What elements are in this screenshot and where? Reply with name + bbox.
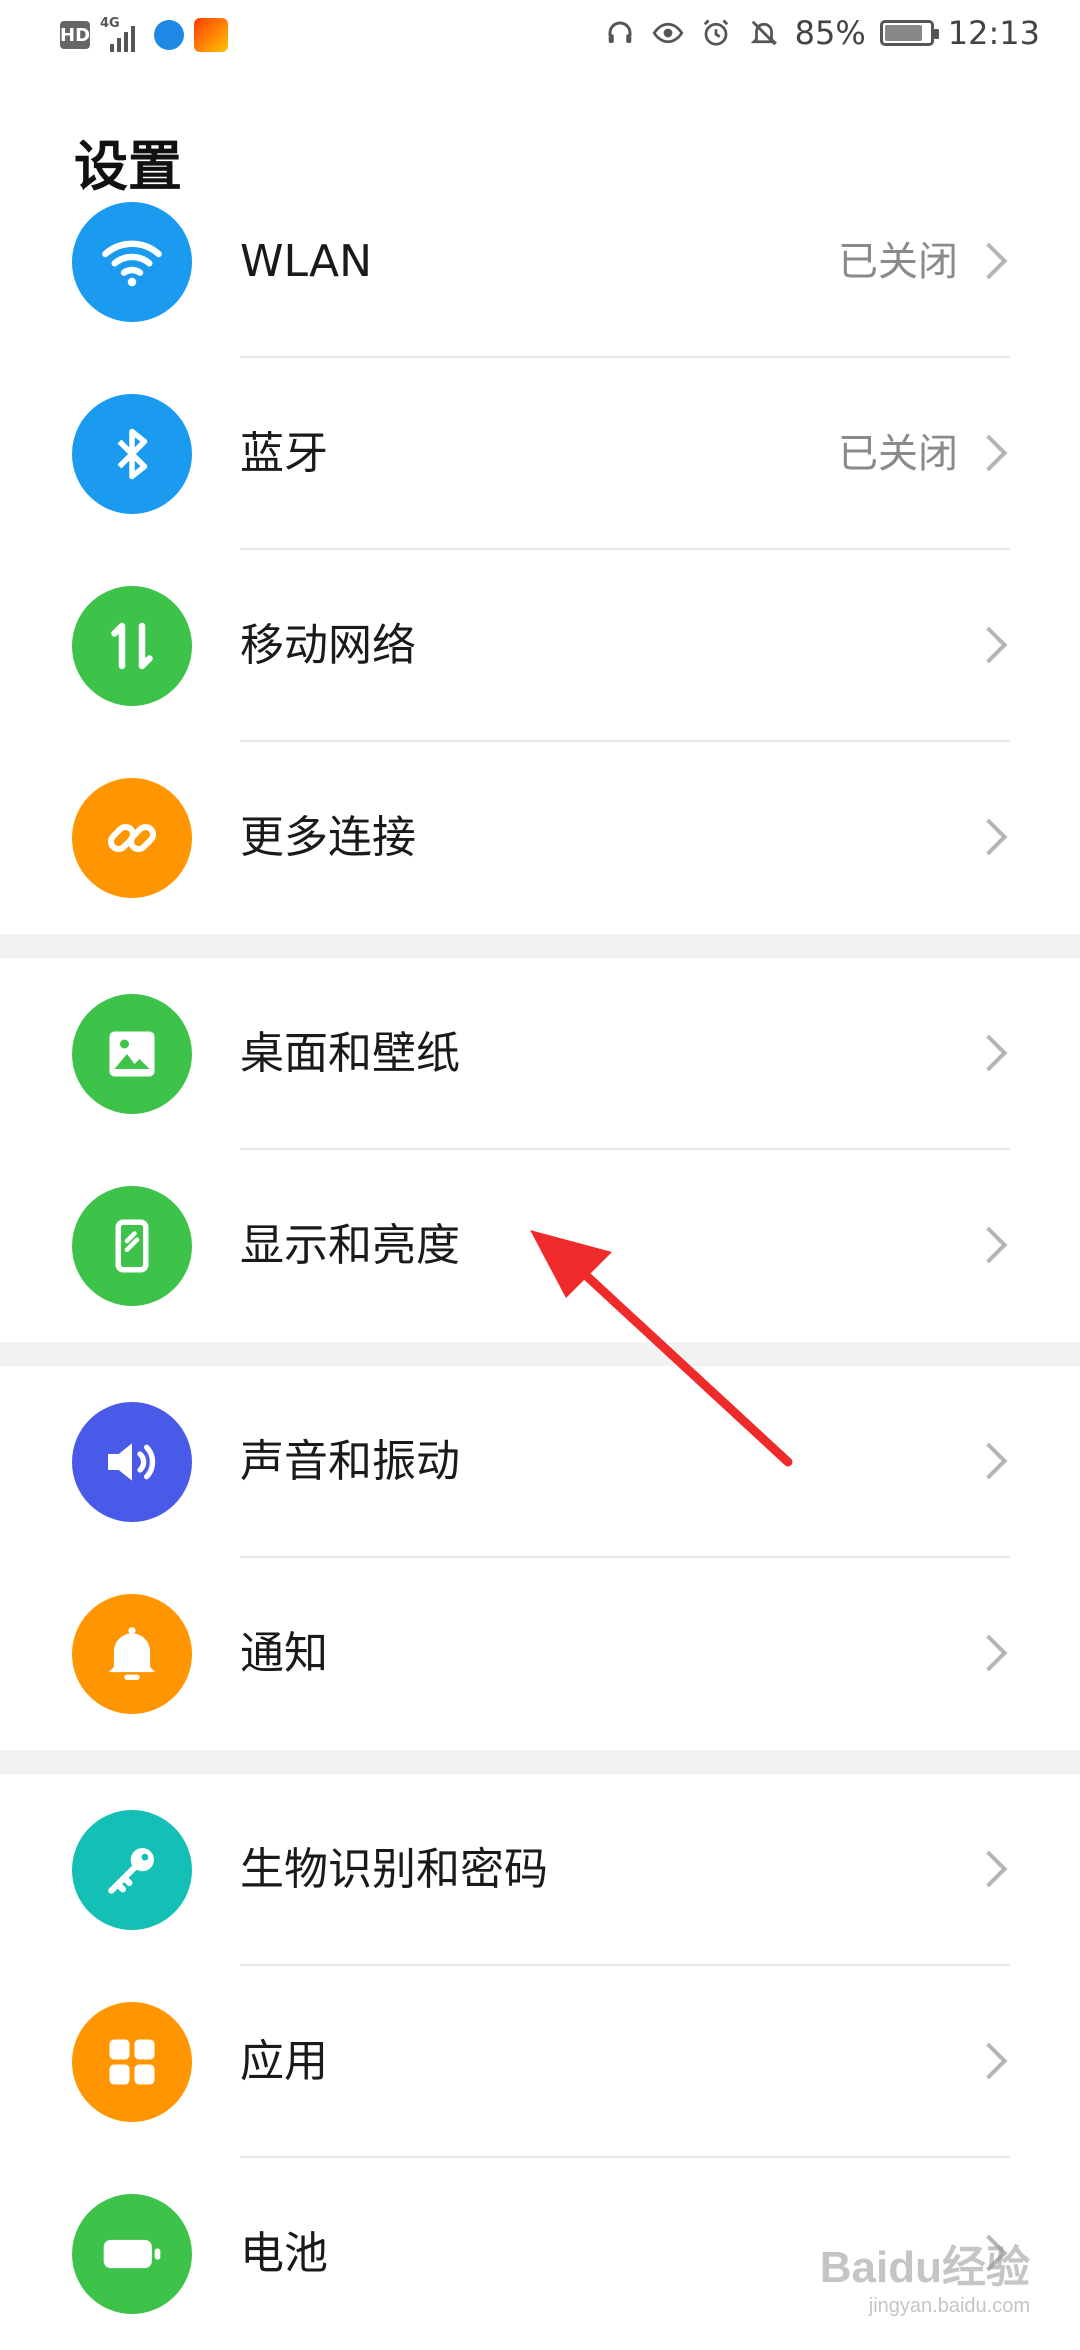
settings-item-sound[interactable]: 声音和振动 [0, 1366, 1080, 1558]
chevron-right-icon [970, 626, 1008, 664]
link-icon [72, 778, 192, 898]
settings-item-label: 更多连接 [240, 812, 416, 863]
settings-item-biometrics[interactable]: 生物识别和密码 [0, 1774, 1080, 1966]
watermark-brand: Baidu经验 [819, 2243, 1030, 2292]
speaker-icon [72, 1402, 192, 1522]
settings-item-wlan[interactable]: WLAN 已关闭 [0, 166, 1080, 358]
bluetooth-icon [72, 394, 192, 514]
headphones-icon [603, 16, 637, 50]
settings-item-label: 应用 [240, 2036, 328, 2087]
image-icon [72, 994, 192, 1114]
apps-grid-icon [72, 2002, 192, 2122]
battery-icon [879, 20, 939, 46]
chevron-right-icon [970, 1850, 1008, 1888]
app-notification-icon [154, 20, 184, 50]
app-notification-icon-2 [194, 18, 228, 52]
battery-icon [72, 2194, 192, 2314]
hd-badge: HD [60, 21, 90, 49]
phone-display-icon [72, 1186, 192, 1306]
chevron-right-icon [970, 1226, 1008, 1264]
section-separator [0, 934, 1080, 958]
settings-item-notifications[interactable]: 通知 [0, 1558, 1080, 1750]
section-separator [0, 1342, 1080, 1366]
chevron-right-icon [970, 434, 1008, 472]
mute-bell-icon [747, 16, 781, 50]
chevron-right-icon [970, 242, 1008, 280]
settings-item-label: 蓝牙 [240, 428, 328, 479]
watermark-domain: jingyan.baidu.com [868, 2295, 1030, 2317]
settings-item-wallpaper[interactable]: 桌面和壁纸 [0, 958, 1080, 1150]
mobile-data-icon [72, 586, 192, 706]
settings-item-status: 已关闭 [838, 431, 958, 477]
settings-item-status: 已关闭 [838, 239, 958, 285]
chevron-right-icon [970, 1442, 1008, 1480]
chevron-right-icon [970, 1034, 1008, 1072]
settings-item-label: 移动网络 [240, 620, 416, 671]
settings-item-label: 电池 [240, 2228, 328, 2279]
wifi-icon [72, 202, 192, 322]
chevron-right-icon [970, 2042, 1008, 2080]
bell-icon [72, 1594, 192, 1714]
settings-item-label: 通知 [240, 1628, 328, 1679]
settings-item-label: 显示和亮度 [240, 1220, 460, 1271]
eye-icon [651, 16, 685, 50]
watermark: Baidu经验 jingyan.baidu.com [820, 2231, 1030, 2318]
settings-item-label: 声音和振动 [240, 1436, 460, 1487]
settings-item-apps[interactable]: 应用 [0, 1966, 1080, 2158]
status-bar: HD 4G 85% 12:13 [0, 0, 1080, 76]
alarm-icon [699, 16, 733, 50]
settings-item-label: 桌面和壁纸 [240, 1028, 460, 1079]
battery-percent: 85% [794, 14, 866, 52]
settings-item-label: 生物识别和密码 [240, 1844, 548, 1895]
settings-item-more-connections[interactable]: 更多连接 [0, 742, 1080, 934]
settings-item-label: WLAN [240, 236, 373, 287]
settings-item-display[interactable]: 显示和亮度 [0, 1150, 1080, 1342]
settings-item-bluetooth[interactable]: 蓝牙 已关闭 [0, 358, 1080, 550]
chevron-right-icon [970, 1634, 1008, 1672]
clock: 12:13 [947, 14, 1040, 52]
key-icon [72, 1810, 192, 1930]
chevron-right-icon [970, 818, 1008, 856]
settings-item-mobile-network[interactable]: 移动网络 [0, 550, 1080, 742]
section-separator [0, 1750, 1080, 1774]
cellular-signal-icon: 4G [100, 16, 144, 52]
